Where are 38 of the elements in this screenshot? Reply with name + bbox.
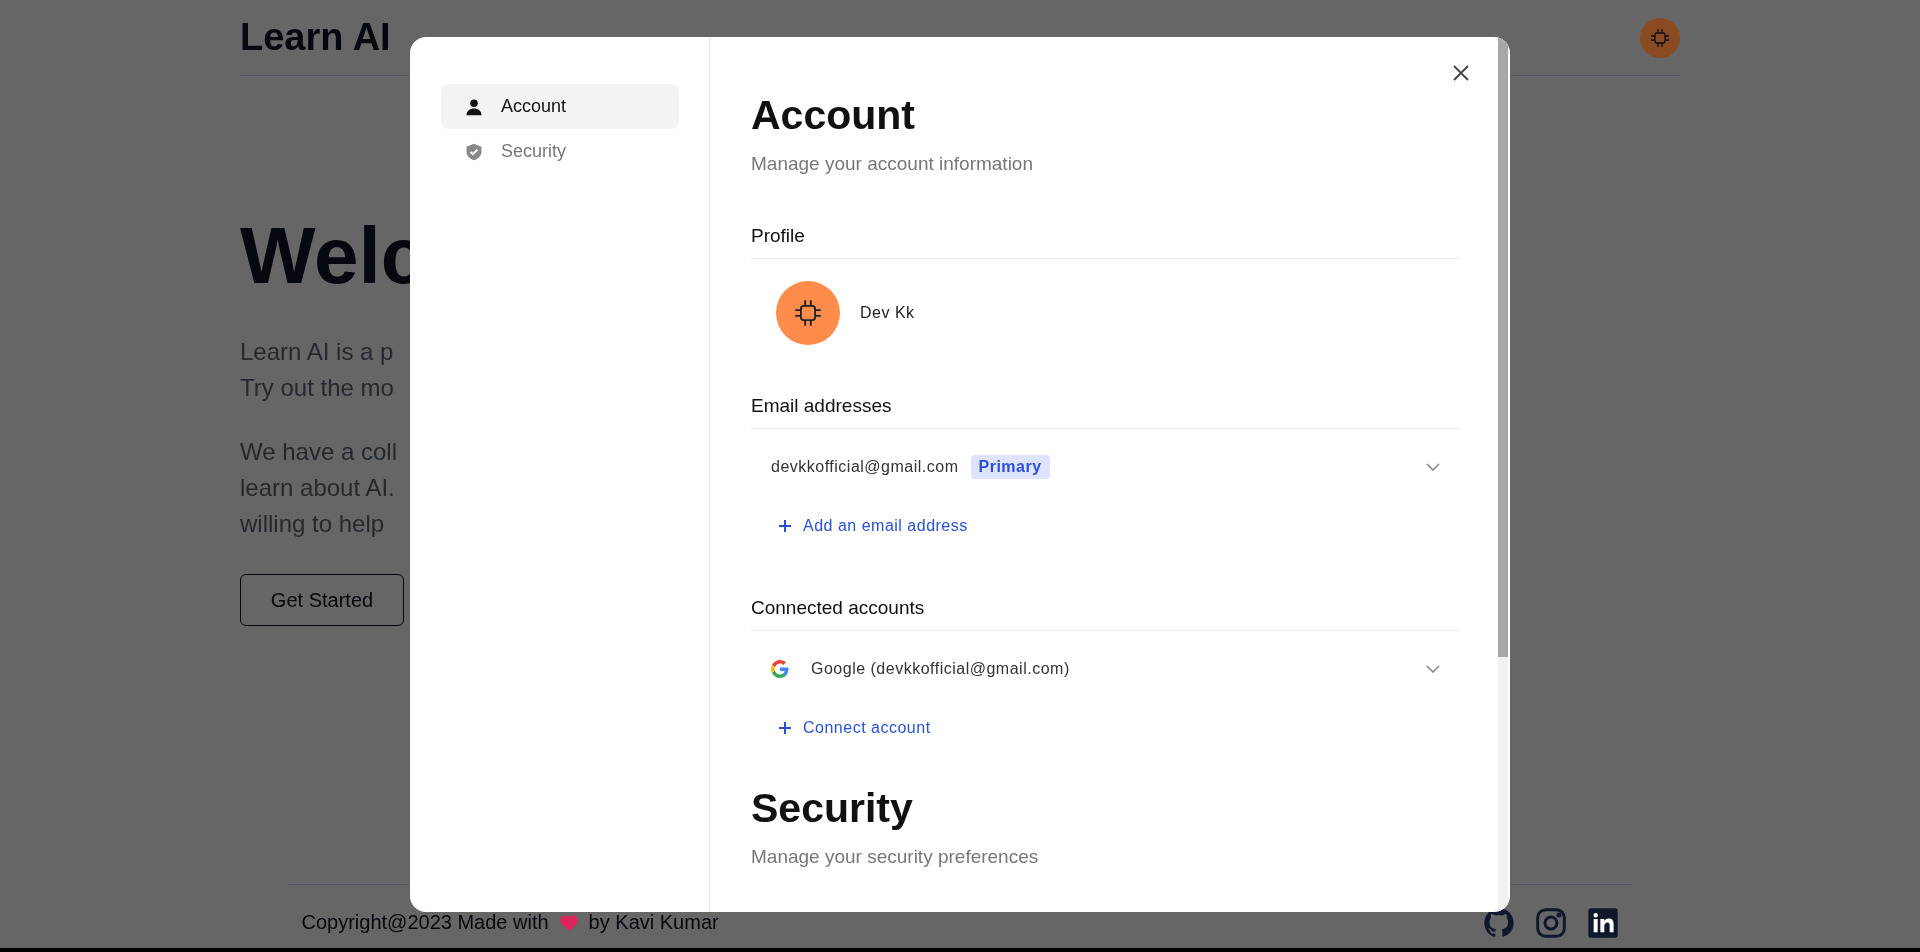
sidebar-item[interactable]: Security bbox=[441, 129, 679, 174]
instagram-icon bbox=[1534, 906, 1567, 939]
account-item-text: devkkofficial@gmail.com bbox=[771, 458, 959, 476]
plus-icon bbox=[779, 520, 791, 532]
author-credit: by Kavi Kumar bbox=[588, 911, 719, 934]
plus-icon bbox=[779, 722, 791, 734]
primary-badge: Primary bbox=[970, 455, 1050, 479]
google-icon bbox=[771, 660, 789, 678]
section-title: Account bbox=[751, 92, 916, 139]
linkedin-icon bbox=[1586, 906, 1619, 939]
user-avatar[interactable] bbox=[1640, 17, 1680, 58]
section-title: Security bbox=[751, 785, 914, 832]
hero-text: We have a coll bbox=[240, 437, 397, 467]
sidebar-label: Account bbox=[501, 96, 567, 117]
chevron-down-icon[interactable] bbox=[1426, 665, 1440, 673]
heart-icon bbox=[558, 913, 579, 932]
account-item-text: Google (devkkofficial@gmail.com) bbox=[811, 660, 1070, 678]
hero-text: learn about AI. bbox=[240, 473, 395, 503]
sidebar-item[interactable]: Account bbox=[441, 84, 679, 129]
profile-name: Dev Kk bbox=[860, 304, 915, 322]
group-heading: Connected accounts bbox=[751, 597, 1460, 631]
add-link[interactable]: Add an email address bbox=[751, 505, 996, 547]
chevron-down-icon[interactable] bbox=[1426, 463, 1440, 471]
hero-text: willing to help bbox=[240, 509, 385, 539]
hero-text: Learn AI is a p bbox=[240, 337, 394, 367]
group-heading: Profile bbox=[751, 225, 1460, 259]
close-icon bbox=[1453, 65, 1469, 81]
section-subtitle: Manage your security preferences bbox=[751, 846, 1040, 868]
copyright-text: Copyright@2023 Made with bbox=[301, 911, 549, 934]
scrollbar[interactable] bbox=[1498, 37, 1508, 912]
person-icon bbox=[465, 97, 483, 116]
section-subtitle: Manage your account information bbox=[751, 153, 1034, 175]
hero-text: Try out the mo bbox=[240, 373, 394, 403]
sidebar-label: Security bbox=[501, 141, 567, 162]
get-started-button[interactable]: Get Started bbox=[240, 574, 404, 626]
shield-check-icon bbox=[465, 142, 483, 161]
add-link[interactable]: Connect account bbox=[751, 707, 959, 749]
group-heading: Email addresses bbox=[751, 395, 1460, 429]
